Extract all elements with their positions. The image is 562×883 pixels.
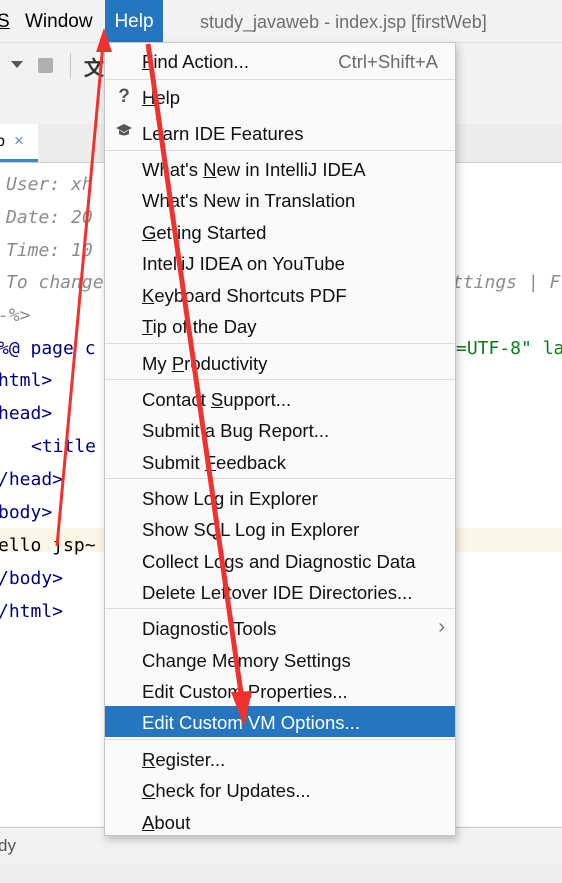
menu-item-contact-support[interactable]: Contact Support...: [105, 383, 455, 414]
menubar-item-label: Help: [114, 11, 154, 32]
menubar-item-partial[interactable]: S: [0, 0, 10, 42]
menu-item-about[interactable]: About: [105, 806, 455, 837]
menu-item-my-productivity[interactable]: My Productivity: [105, 347, 455, 378]
editor-tab[interactable]: p ×: [0, 124, 38, 162]
menu-item-label: Collect Logs and Diagnostic Data: [142, 551, 416, 572]
menu-item-label: What's New in Translation: [142, 190, 356, 211]
chevron-right-icon: ›: [438, 616, 445, 638]
menu-item-whats-new-intellij[interactable]: What's New in IntelliJ IDEA: [105, 153, 455, 184]
menu-item-find-action[interactable]: Find Action... Ctrl+Shift+A: [105, 45, 455, 76]
menu-item-label: IntelliJ IDEA on YouTube: [142, 253, 345, 274]
code-line: /body>: [0, 568, 64, 589]
code-line: body>: [0, 502, 53, 523]
window-title: study_javaweb - index.jsp [firstWeb]: [200, 12, 487, 32]
menu-item-show-sql-log[interactable]: Show SQL Log in Explorer: [105, 513, 455, 544]
menu-item-label: Change Memory Settings: [142, 650, 351, 671]
code-line: %@ page c: [0, 338, 96, 359]
menubar-item-help[interactable]: Help: [105, 0, 163, 42]
menu-item-label: Edit Custom VM Options...: [142, 712, 360, 733]
code-line: /html>: [0, 601, 64, 622]
menu-item-label: My Productivity: [142, 353, 268, 374]
menu-item-tip-of-the-day[interactable]: Tip of the Day: [105, 310, 455, 341]
menu-item-label: Show SQL Log in Explorer: [142, 519, 360, 540]
menu-item-label: What's New in IntelliJ IDEA: [142, 159, 366, 180]
menu-item-change-memory[interactable]: Change Memory Settings: [105, 644, 455, 675]
close-icon[interactable]: ×: [14, 131, 24, 151]
menu-separator: [105, 150, 455, 151]
translate-icon[interactable]: 文: [84, 52, 104, 81]
code-line: html>: [0, 370, 53, 391]
menu-separator: [105, 608, 455, 609]
menu-item-label: Getting Started: [142, 222, 267, 243]
menu-item-label: Keyboard Shortcuts PDF: [142, 285, 347, 306]
menu-item-label: About: [142, 812, 191, 833]
menu-item-youtube[interactable]: IntelliJ IDEA on YouTube: [105, 247, 455, 278]
menu-item-label: Contact Support...: [142, 389, 292, 410]
menu-item-edit-custom-properties[interactable]: Edit Custom Properties...: [105, 675, 455, 706]
menu-item-register[interactable]: Register...: [105, 743, 455, 774]
menu-item-keyboard-shortcuts-pdf[interactable]: Keyboard Shortcuts PDF: [105, 279, 455, 310]
menu-item-whats-new-translation[interactable]: What's New in Translation: [105, 184, 455, 215]
menu-item-submit-feedback[interactable]: Submit Feedback: [105, 446, 455, 477]
graduation-cap-icon: [114, 122, 134, 144]
status-text: dy: [0, 836, 16, 855]
code-line: Time: 10: [6, 240, 93, 261]
menu-item-label: Tip of the Day: [142, 316, 257, 337]
menu-item-label: Check for Updates...: [142, 780, 311, 801]
toolbar-divider: [70, 53, 71, 79]
menu-item-label: Submit a Bug Report...: [142, 420, 330, 441]
menu-item-delete-leftover-dirs[interactable]: Delete Leftover IDE Directories...: [105, 576, 455, 607]
menubar-item-label: S: [0, 11, 10, 32]
code-line-fragment: ttings | F: [452, 272, 561, 293]
menu-item-label: Help: [142, 87, 181, 108]
stop-icon[interactable]: [38, 58, 53, 73]
menu-item-diagnostic-tools[interactable]: Diagnostic Tools ›: [105, 612, 455, 643]
menu-item-show-log[interactable]: Show Log in Explorer: [105, 482, 455, 513]
question-icon: ?: [118, 86, 130, 107]
tab-label: p: [0, 133, 5, 150]
menu-item-label: Find Action...: [142, 51, 249, 72]
menu-item-shortcut: Ctrl+Shift+A: [338, 51, 438, 72]
menu-item-label: Register...: [142, 749, 226, 770]
menu-separator: [105, 79, 455, 80]
menu-item-label: Delete Leftover IDE Directories...: [142, 582, 413, 603]
menu-item-label: Edit Custom Properties...: [142, 681, 348, 702]
menu-item-submit-bug-report[interactable]: Submit a Bug Report...: [105, 414, 455, 445]
menu-item-label: Learn IDE Features: [142, 123, 304, 144]
code-line: Date: 20: [6, 207, 93, 228]
code-line: User: xh: [6, 174, 93, 195]
menu-separator: [105, 478, 455, 479]
code-line: <title: [31, 436, 97, 457]
bottom-strip: [0, 864, 562, 883]
code-line: To change: [6, 272, 104, 293]
menubar-item-label: Window: [25, 11, 93, 32]
menu-item-edit-custom-vm-options[interactable]: Edit Custom VM Options...: [105, 706, 455, 737]
menu-item-help[interactable]: ? Help: [105, 81, 455, 112]
menu-separator: [105, 739, 455, 740]
code-line-fragment: =UTF-8" la: [456, 338, 562, 359]
menu-separator: [105, 343, 455, 344]
code-line: -%>: [0, 305, 31, 326]
menu-item-learn-ide-features[interactable]: Learn IDE Features: [105, 117, 455, 148]
code-line: head>: [0, 403, 53, 424]
menu-item-collect-logs[interactable]: Collect Logs and Diagnostic Data: [105, 545, 455, 576]
menu-item-getting-started[interactable]: Getting Started: [105, 216, 455, 247]
help-menu: Find Action... Ctrl+Shift+A ? Help Learn…: [104, 42, 456, 836]
code-line: ello jsp~: [0, 535, 96, 556]
dropdown-arrow-icon[interactable]: [11, 61, 23, 68]
menu-item-check-updates[interactable]: Check for Updates...: [105, 774, 455, 805]
menu-item-label: Show Log in Explorer: [142, 488, 318, 509]
code-line: /head>: [0, 469, 64, 490]
menubar-item-window[interactable]: Window: [25, 0, 93, 42]
menu-item-label: Diagnostic Tools: [142, 618, 277, 639]
menu-item-label: Submit Feedback: [142, 452, 286, 473]
menu-separator: [105, 379, 455, 380]
menubar: S Window Help study_javaweb - index.jsp …: [0, 0, 562, 42]
